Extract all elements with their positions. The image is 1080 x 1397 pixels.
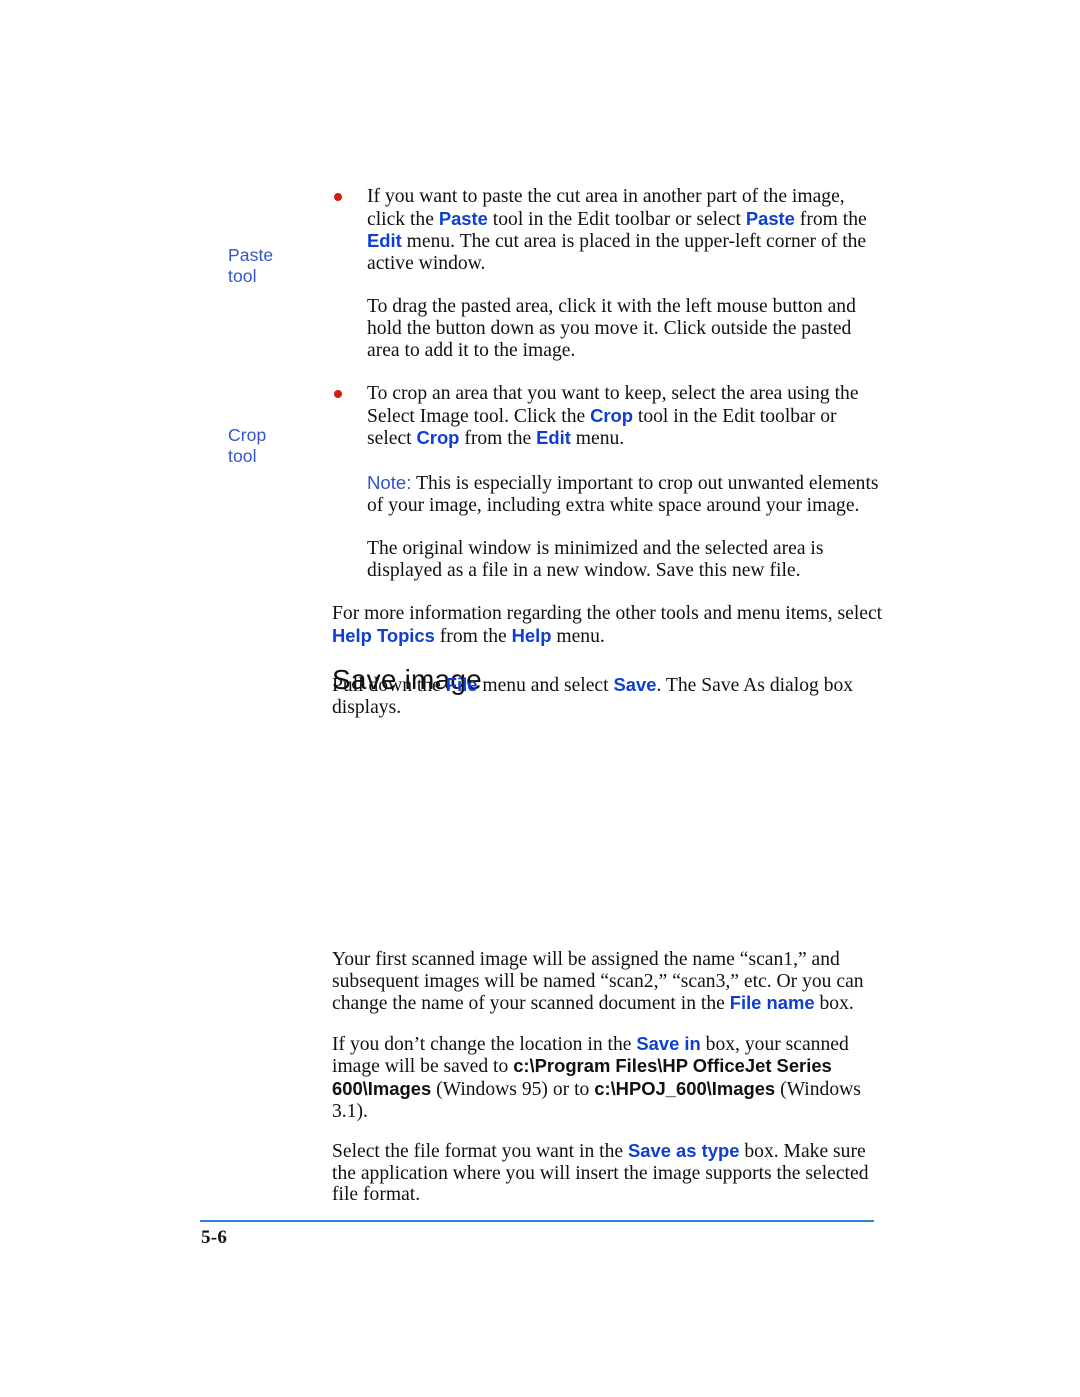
paragraph-more-info-text-a: For more information regarding the other…	[332, 603, 883, 625]
paragraph-crop-note: Note: This is especially important to cr…	[332, 472, 884, 516]
bullet-crop-text-d: menu.	[570, 428, 625, 450]
ui-term-save-menu: Save	[613, 674, 657, 695]
paragraph-save-intro-text-a: Pull down the	[332, 675, 446, 696]
footer-divider	[200, 1220, 874, 1222]
bullet-paste-text-b: tool in the Edit toolbar or select	[487, 208, 746, 230]
paragraph-more-info: For more information regarding the other…	[332, 603, 884, 647]
bullet-paste-text-d: menu. The cut area is placed in the uppe…	[367, 231, 867, 274]
note-label: Note:	[367, 471, 412, 493]
bullet-crop-text-c: from the	[459, 428, 537, 450]
lower-content-column: Your first scanned image will be assigne…	[332, 949, 892, 1206]
paragraph-more-info-text-b: from the	[434, 625, 512, 647]
ui-term-crop-menu: Crop	[416, 427, 460, 449]
ui-term-save-as-type-box: Save as type	[628, 1140, 740, 1162]
paragraph-image-naming-text-b: box.	[814, 993, 854, 1015]
paragraph-file-format: Select the file format you want in the S…	[332, 1140, 892, 1206]
bullet-dot-icon	[334, 390, 342, 399]
file-path-windows31: c:\HPOJ_600\Images	[594, 1077, 776, 1099]
paragraph-save-intro-text-b: menu and select	[477, 675, 614, 696]
paragraph-paste-drag-text: To drag the pasted area, click it with t…	[367, 296, 856, 361]
paragraph-save-location-text-a: If you don’t change the location in the	[332, 1033, 637, 1055]
margin-note-crop-line1: Crop	[228, 425, 267, 445]
paragraph-paste-drag: To drag the pasted area, click it with t…	[332, 296, 884, 361]
paragraph-image-naming: Your first scanned image will be assigne…	[332, 949, 892, 1015]
paragraph-more-info-text-c: menu.	[551, 625, 605, 647]
ui-term-edit-menu-1: Edit	[367, 230, 402, 252]
paragraph-save-location-text-c: (Windows 95) or to	[431, 1078, 595, 1100]
figure-placeholder-save-as-dialog	[332, 725, 892, 935]
ui-term-crop-tool: Crop	[590, 404, 633, 426]
bullet-paste-text-c: from the	[794, 208, 867, 230]
paragraph-crop-result: The original window is minimized and the…	[332, 538, 884, 581]
margin-note-crop-line2: tool	[228, 446, 257, 466]
bullet-item-paste: If you want to paste the cut area in ano…	[332, 186, 884, 274]
upper-content-column: If you want to paste the cut area in ano…	[332, 186, 884, 648]
ui-term-paste-tool: Paste	[438, 207, 488, 229]
document-page: Paste tool Crop tool If you want to past…	[0, 0, 1080, 1397]
margin-note-paste-line2: tool	[228, 266, 257, 286]
ui-term-edit-menu-2: Edit	[536, 427, 571, 449]
bullet-item-crop: To crop an area that you want to keep, s…	[332, 383, 884, 450]
page-number: 5-6	[201, 1227, 228, 1248]
margin-note-crop-tool: Crop tool	[228, 425, 324, 467]
ui-term-file-name-box: File name	[729, 992, 815, 1014]
ui-term-paste-menu: Paste	[745, 207, 795, 229]
ui-term-help-menu: Help	[511, 624, 552, 646]
ui-term-save-in-box: Save in	[636, 1032, 701, 1054]
paragraph-save-intro: Pull down the File menu and select Save.…	[332, 674, 884, 718]
paragraph-crop-result-text: The original window is minimized and the…	[367, 538, 824, 581]
ui-term-file-menu: File	[445, 674, 478, 695]
paragraph-crop-note-text: This is especially important to crop out…	[367, 472, 879, 516]
ui-term-help-topics: Help Topics	[332, 624, 435, 646]
paragraph-save-location: If you don’t change the location in the …	[332, 1033, 892, 1122]
margin-note-paste-tool: Paste tool	[228, 245, 324, 287]
margin-note-paste-line1: Paste	[228, 245, 274, 265]
bullet-dot-icon	[334, 193, 342, 201]
paragraph-file-format-text-a: Select the file format you want in the	[332, 1141, 628, 1163]
